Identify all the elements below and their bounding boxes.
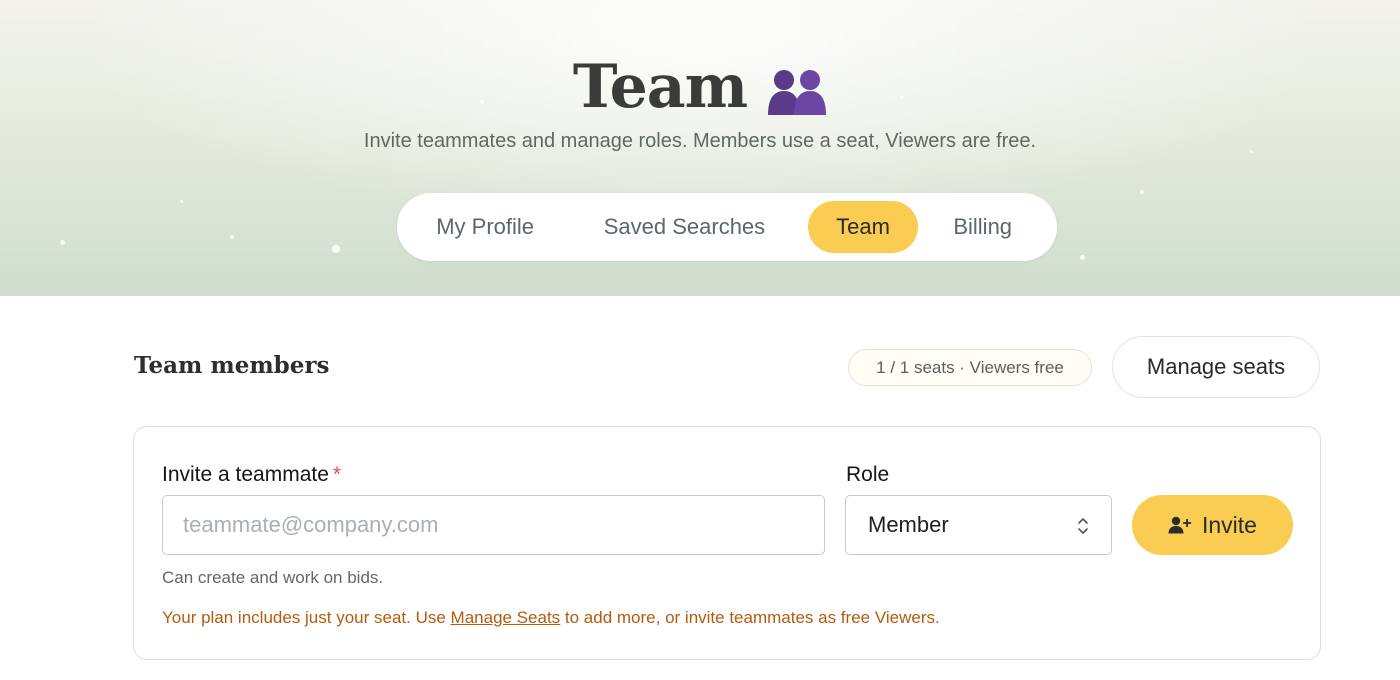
tab-my-profile[interactable]: My Profile [407,201,563,253]
page-subtitle: Invite teammates and manage roles. Membe… [363,130,1037,152]
chevron-updown-icon [1078,518,1088,534]
email-input[interactable] [162,495,825,555]
invite-label-text: Invite a teammate [162,463,329,486]
page-title: Team [572,52,748,122]
invite-label: Invite a teammate * [162,463,341,487]
invite-card: Invite a teammate* Role Member Invite Ca… [133,426,1321,660]
manage-seats-link[interactable]: Manage Seats [451,608,561,627]
sparkle-decoration [1140,190,1144,194]
role-label: Role [846,463,890,486]
role-select-value: Member [868,512,949,537]
section-title: Team members [134,352,330,379]
user-plus-icon [1168,516,1192,534]
sparkle-decoration [1080,255,1085,260]
hero-title-row: Team [0,52,1400,122]
tab-bar: My Profile Saved Searches Team Billing [397,193,1057,261]
required-mark: * [332,463,342,486]
role-select[interactable]: Member [845,495,1112,555]
sparkle-decoration [332,245,340,253]
tab-billing[interactable]: Billing [918,201,1047,253]
invite-button[interactable]: Invite [1132,495,1293,555]
role-help-text: Can create and work on bids. [162,568,384,587]
invite-button-label: Invite [1202,511,1257,538]
sparkle-decoration [60,240,65,245]
plan-note-text-end: to add more, or invite teammates as free… [560,608,940,627]
tab-team[interactable]: Team [807,201,919,253]
hero-banner: Team Invite teammates and manage roles. … [0,0,1400,296]
sparkle-decoration [230,235,234,239]
plan-note-text: Your plan includes just your seat. Use [162,608,451,627]
sparkle-decoration [180,200,183,203]
manage-seats-button[interactable]: Manage seats [1112,336,1320,398]
seats-badge: 1 / 1 seats · Viewers free [848,349,1092,386]
people-icon [768,70,827,115]
plan-note: Your plan includes just your seat. Use M… [162,608,940,628]
tab-saved-searches[interactable]: Saved Searches [563,201,805,253]
